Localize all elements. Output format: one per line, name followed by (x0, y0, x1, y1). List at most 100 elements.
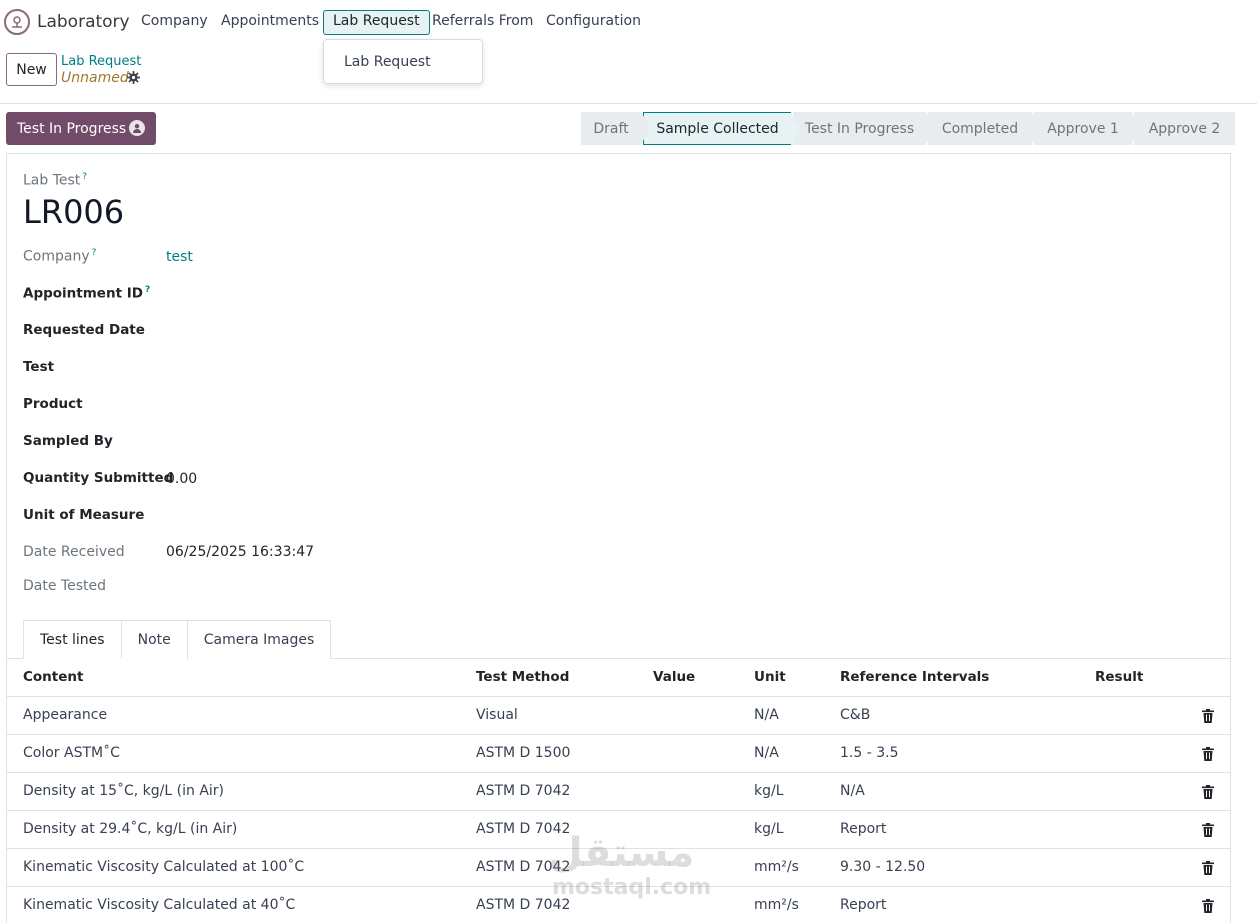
tab-note[interactable]: Note (120, 620, 188, 659)
cell-content[interactable]: Kinematic Viscosity Calculated at 100˚C (23, 859, 304, 875)
cell-reference-intervals[interactable]: 9.30 - 12.50 (840, 859, 925, 875)
cell-test-method[interactable]: Visual (476, 707, 518, 723)
help-icon[interactable]: ? (92, 248, 97, 258)
stage-label: Approve 1 (1047, 120, 1119, 137)
nav-configuration[interactable]: Configuration (546, 13, 641, 29)
record-name: Unnamed (61, 70, 129, 86)
tab-camera-images[interactable]: Camera Images (186, 620, 332, 659)
cell-unit[interactable]: mm²/s (754, 859, 799, 875)
page-title: LR006 (23, 193, 125, 231)
nav-company[interactable]: Company (141, 13, 208, 29)
table-row[interactable]: Density at 29.4˚C, kg/L (in Air) ASTM D 7… (7, 811, 1230, 849)
trash-icon[interactable] (1202, 747, 1214, 761)
stage-approve-1[interactable]: Approve 1 (1034, 112, 1142, 145)
field-label-date-tested: Date Tested (23, 578, 106, 594)
trash-icon[interactable] (1202, 861, 1214, 875)
tab-test-lines[interactable]: Test lines (23, 620, 122, 659)
notebook-tabs: Test lines Note Camera Images (23, 620, 332, 659)
requested-date-field[interactable] (166, 323, 566, 341)
help-icon[interactable]: ? (145, 285, 150, 295)
top-navbar: Laboratory Company Appointments Lab Requ… (0, 0, 1257, 44)
stage-label: Draft (593, 120, 629, 137)
cell-unit[interactable]: kg/L (754, 783, 784, 799)
app-name[interactable]: Laboratory (37, 12, 130, 32)
column-header-content[interactable]: Content (23, 669, 83, 685)
cell-reference-intervals[interactable]: C&B (840, 707, 870, 723)
cell-unit[interactable]: N/A (754, 707, 779, 723)
table-row[interactable]: Appearance Visual N/A C&B (7, 697, 1230, 735)
trash-icon[interactable] (1202, 709, 1214, 723)
status-button[interactable]: Test In Progress (6, 112, 156, 145)
cell-test-method[interactable]: ASTM D 7042 (476, 897, 570, 913)
stage-test-in-progress[interactable]: Test In Progress (793, 112, 936, 145)
product-field[interactable] (166, 397, 566, 415)
cell-content[interactable]: Density at 15˚C, kg/L (in Air) (23, 783, 224, 799)
field-label-product: Product (23, 396, 83, 412)
sampled-by-field[interactable] (166, 434, 566, 452)
nav-lab-request[interactable]: Lab Request (323, 10, 430, 35)
field-label-requested-date: Requested Date (23, 322, 145, 338)
stage-sample-collected[interactable]: Sample Collected (643, 112, 801, 145)
stage-label: Sample Collected (656, 120, 779, 137)
nav-referrals-from[interactable]: Referrals From (432, 13, 533, 29)
stage-approve-2[interactable]: Approve 2 (1134, 112, 1235, 145)
new-button[interactable]: New (6, 53, 57, 86)
column-header-reference-intervals[interactable]: Reference Intervals (840, 669, 989, 685)
column-header-value[interactable]: Value (653, 669, 695, 685)
lab-request-dropdown: Lab Request (323, 39, 483, 84)
quantity-submitted-field[interactable]: 0.00 (166, 471, 197, 487)
microscope-icon[interactable] (4, 9, 30, 35)
trash-icon[interactable] (1202, 785, 1214, 799)
cell-unit[interactable]: mm²/s (754, 897, 799, 913)
field-label-company: Company? (23, 248, 97, 265)
cell-unit[interactable]: kg/L (754, 821, 784, 837)
cell-reference-intervals[interactable]: Report (840, 821, 886, 837)
cell-unit[interactable]: N/A (754, 745, 779, 761)
column-header-result[interactable]: Result (1095, 669, 1143, 685)
field-label-test: Test (23, 359, 55, 375)
stage-label: Test In Progress (804, 120, 915, 137)
field-label-date-received: Date Received (23, 544, 125, 560)
table-row[interactable]: Color ASTM˚C ASTM D 1500 N/A 1.5 - 3.5 (7, 735, 1230, 773)
trash-icon[interactable] (1202, 823, 1214, 837)
table-row[interactable]: Kinematic Viscosity Calculated at 100˚C A… (7, 849, 1230, 887)
field-label-sampled-by: Sampled By (23, 433, 113, 449)
help-icon[interactable]: ? (82, 172, 87, 182)
cell-content[interactable]: Density at 29.4˚C, kg/L (in Air) (23, 821, 237, 837)
appointment-id-field[interactable] (166, 286, 566, 304)
cell-content[interactable]: Color ASTM˚C (23, 745, 120, 761)
stage-draft[interactable]: Draft (581, 112, 651, 145)
stage-completed[interactable]: Completed (928, 112, 1042, 145)
unit-of-measure-field[interactable] (166, 508, 566, 526)
cell-content[interactable]: Appearance (23, 707, 107, 723)
company-field[interactable]: test (166, 249, 193, 265)
date-received-field: 06/25/2025 16:33:47 (166, 544, 315, 560)
cell-content[interactable]: Kinematic Viscosity Calculated at 40˚C (23, 897, 295, 913)
cell-test-method[interactable]: ASTM D 7042 (476, 859, 570, 875)
trash-icon[interactable] (1202, 899, 1214, 913)
statusbar: Draft Sample Collected Test In Progress … (581, 112, 1235, 145)
lab-test-label: Lab Test? (23, 172, 88, 189)
cell-test-method[interactable]: ASTM D 7042 (476, 821, 570, 837)
nav-appointments[interactable]: Appointments (221, 13, 319, 29)
table-header: Content Test Method Value Unit Reference… (7, 659, 1230, 697)
cell-test-method[interactable]: ASTM D 1500 (476, 745, 570, 761)
field-label-unit-of-measure: Unit of Measure (23, 507, 145, 523)
cell-test-method[interactable]: ASTM D 7042 (476, 783, 570, 799)
person-icon (129, 120, 145, 136)
gear-icon[interactable] (127, 71, 140, 84)
cell-reference-intervals[interactable]: Report (840, 897, 886, 913)
column-header-unit[interactable]: Unit (754, 669, 786, 685)
control-divider (0, 103, 1257, 104)
table-row[interactable]: Density at 15˚C, kg/L (in Air) ASTM D 704… (7, 773, 1230, 811)
dropdown-item-lab-request[interactable]: Lab Request (344, 54, 431, 70)
cell-reference-intervals[interactable]: N/A (840, 783, 865, 799)
stage-label: Completed (941, 120, 1019, 137)
test-field[interactable] (166, 360, 566, 378)
breadcrumb-lab-request[interactable]: Lab Request (61, 54, 141, 69)
cell-reference-intervals[interactable]: 1.5 - 3.5 (840, 745, 898, 761)
field-label-quantity-submitted: Quantity Submitted (23, 470, 174, 486)
table-row[interactable]: Kinematic Viscosity Calculated at 40˚C AS… (7, 887, 1230, 923)
column-header-test-method[interactable]: Test Method (476, 669, 569, 685)
stage-label: Approve 2 (1148, 120, 1221, 137)
